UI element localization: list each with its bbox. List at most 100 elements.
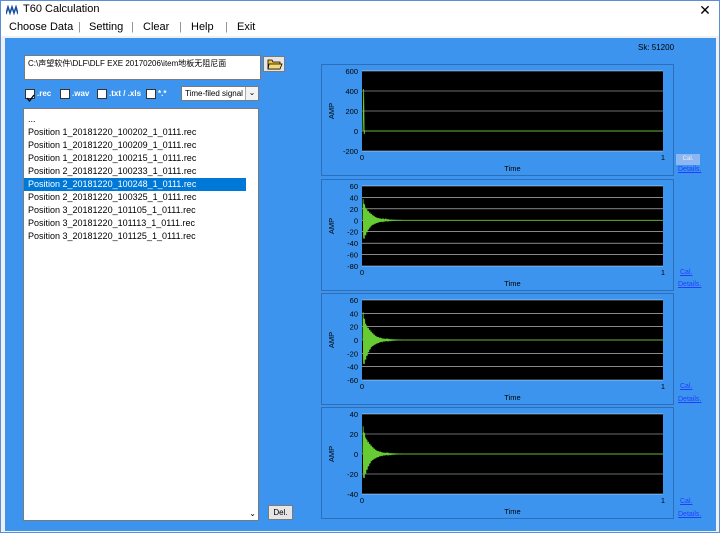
chart-svg: 6040200-20-40-60-800 1TimeAMP <box>327 182 665 288</box>
chart-svg: 40200-20-400 1TimeAMP <box>327 410 665 516</box>
y-tick-label: -80 <box>347 262 358 271</box>
y-tick-label: 0 <box>354 450 358 459</box>
filter-txt-checkbox[interactable] <box>97 89 107 99</box>
chart-svg: 6040200-20-40-600 1TimeAMP <box>327 296 665 402</box>
menu-bar: Choose Data | Setting | Clear | Help | E… <box>1 20 719 36</box>
x-tick-label: 0 <box>360 268 364 277</box>
scroll-down-icon[interactable]: ⌄ <box>249 509 256 518</box>
file-list-item[interactable]: Position 2_20181220_100233_1_0111.rec <box>24 165 246 178</box>
open-folder-button[interactable] <box>263 56 285 72</box>
x-tick-label: 1 <box>661 153 665 162</box>
path-input[interactable]: C:\声望软件\DLF\DLF EXE 20170206\item地板无阻尼面 <box>24 55 261 80</box>
x-axis-label: Time <box>504 279 520 288</box>
x-tick-label: 1 <box>661 268 665 277</box>
checkmark-icon <box>26 94 35 103</box>
menu-separator: | <box>179 21 182 33</box>
filter-all-checkbox[interactable] <box>146 89 156 99</box>
x-tick-label: 0 <box>360 153 364 162</box>
menu-setting[interactable]: Setting <box>89 21 123 33</box>
calculate-button[interactable]: Cal. <box>680 269 692 276</box>
waveform-chart: 600 400 200 0 -200 0 1 Time AMP <box>321 64 674 176</box>
calculate-button[interactable]: Cal. <box>676 154 700 165</box>
calculate-button[interactable]: Cal. <box>680 498 692 505</box>
y-tick-label: -20 <box>347 470 358 479</box>
waveform-chart: 40 20 0 -20 -40 0 1 Time AMP <box>321 407 674 519</box>
menu-separator: | <box>131 21 134 33</box>
calculate-button[interactable]: Cal. <box>680 383 692 390</box>
file-list-item[interactable]: Position 3_20181220_101105_1_0111.rec <box>24 204 246 217</box>
menu-separator: | <box>78 21 81 33</box>
file-list-item[interactable]: Position 2_20181220_100325_1_0111.rec <box>24 191 246 204</box>
y-tick-label: 0 <box>354 336 358 345</box>
y-tick-label: -40 <box>347 363 358 372</box>
y-tick-label: 60 <box>350 296 358 305</box>
x-tick-label: 0 <box>360 496 364 505</box>
app-window: T60 Calculation ✕ Choose Data | Setting … <box>0 0 720 533</box>
chevron-down-icon[interactable]: ⌄ <box>245 87 258 100</box>
waveform-chart: 60 40 20 0 -20 -40 -60 0 1 Time AMP <box>321 293 674 405</box>
y-tick-label: -60 <box>347 376 358 385</box>
menu-separator: | <box>225 21 228 33</box>
filter-wav-checkbox[interactable] <box>60 89 70 99</box>
y-tick-label: 20 <box>350 323 358 332</box>
plot-background <box>362 186 663 266</box>
y-axis-label: AMP <box>327 103 336 119</box>
y-tick-label: 0 <box>354 216 358 225</box>
y-tick-label: 400 <box>345 87 358 96</box>
menu-choose-data[interactable]: Choose Data <box>9 21 73 33</box>
menu-clear[interactable]: Clear <box>143 21 169 33</box>
details-link[interactable]: Details. <box>678 511 701 518</box>
y-tick-label: 40 <box>350 309 358 318</box>
menu-help[interactable]: Help <box>191 21 214 33</box>
y-tick-label: 600 <box>345 67 358 76</box>
details-link[interactable]: Details. <box>678 281 701 288</box>
y-tick-label: -200 <box>343 147 358 156</box>
file-list-item[interactable]: Position 2_20181220_100248_1_0111.rec <box>24 178 246 191</box>
main-panel: C:\声望软件\DLF\DLF EXE 20170206\item地板无阻尼面 … <box>5 38 716 531</box>
x-tick-label: 1 <box>661 496 665 505</box>
window-title: T60 Calculation <box>23 3 100 15</box>
signal-type-value: Time-filed signal <box>185 89 243 98</box>
file-list-item[interactable]: Position 1_20181220_100215_1_0111.rec <box>24 152 246 165</box>
y-tick-label: -60 <box>347 251 358 260</box>
file-list-item[interactable]: Position 1_20181220_100209_1_0111.rec <box>24 139 246 152</box>
chart-svg: 6004002000-2000 1TimeAMP <box>327 67 665 173</box>
y-axis-label: AMP <box>327 332 336 348</box>
details-link[interactable]: Details. <box>678 166 701 173</box>
filter-wav-label: .wav <box>72 89 90 98</box>
x-axis-label: Time <box>504 393 520 402</box>
y-tick-label: 40 <box>350 193 358 202</box>
signal-type-select[interactable]: Time-filed signal ⌄ <box>181 86 259 101</box>
y-axis-label: AMP <box>327 218 336 234</box>
title-bar: T60 Calculation ✕ <box>1 1 719 20</box>
sample-rate-label: Sk: 51200 <box>638 43 675 52</box>
x-tick-label: 0 <box>360 382 364 391</box>
y-tick-label: 0 <box>354 127 358 136</box>
y-tick-label: 40 <box>350 410 358 419</box>
details-link[interactable]: Details. <box>678 396 701 403</box>
filter-txt-label: .txt / .xls <box>109 89 142 98</box>
x-tick-label: 1 <box>661 382 665 391</box>
folder-icon <box>267 59 283 70</box>
y-tick-label: -20 <box>347 228 358 237</box>
x-axis-label: Time <box>504 507 520 516</box>
y-tick-label: 20 <box>350 205 358 214</box>
y-tick-label: -40 <box>347 490 358 499</box>
filter-all-label: *.* <box>158 89 167 98</box>
file-list-item[interactable]: Position 3_20181220_101113_1_0111.rec <box>24 217 246 230</box>
menu-exit[interactable]: Exit <box>237 21 255 33</box>
y-tick-label: -20 <box>347 349 358 358</box>
y-tick-label: 200 <box>345 107 358 116</box>
waveform-chart: 60 40 20 0 -20 -40 -60 -80 0 1 Time AMP <box>321 179 674 291</box>
close-button[interactable]: ✕ <box>691 1 719 20</box>
file-list-item[interactable]: ... <box>24 113 246 126</box>
y-axis-label: AMP <box>327 446 336 462</box>
y-tick-label: 60 <box>350 182 358 191</box>
file-list-item[interactable]: Position 3_20181220_101125_1_0111.rec <box>24 230 246 243</box>
file-list-item[interactable]: Position 1_20181220_100202_1_0111.rec <box>24 126 246 139</box>
y-tick-label: 20 <box>350 430 358 439</box>
file-list[interactable]: ⌄ ... Position 1_20181220_100202_1_0111.r… <box>23 108 259 521</box>
delete-button[interactable]: Del. <box>268 505 293 520</box>
filter-rec-label: .rec <box>37 89 52 98</box>
filter-rec-checkbox[interactable] <box>25 89 35 103</box>
